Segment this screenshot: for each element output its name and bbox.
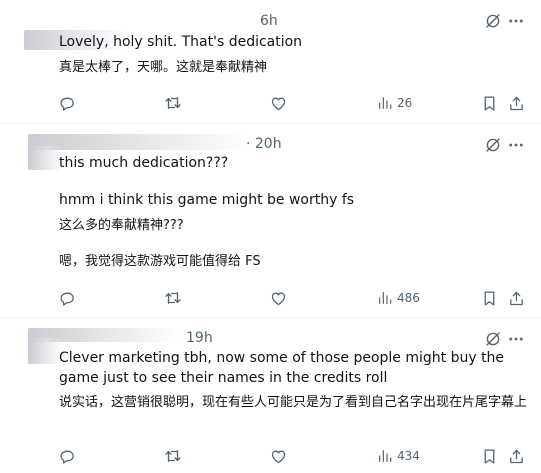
tweet-text-line: this much dedication??? bbox=[59, 155, 229, 171]
retweet-button[interactable] bbox=[164, 94, 182, 112]
views-icon bbox=[379, 450, 392, 462]
tweet-timestamp[interactable]: · 20h bbox=[246, 136, 282, 152]
like-button[interactable] bbox=[270, 289, 287, 307]
tweet-timestamp[interactable]: 6h bbox=[260, 13, 278, 29]
like-icon bbox=[271, 450, 286, 463]
tweet-text-line: Lovely, holy shit. That's dedication bbox=[59, 34, 303, 50]
tweet-timestamp[interactable]: 19h bbox=[186, 330, 213, 346]
reply-button[interactable] bbox=[59, 94, 76, 112]
like-button[interactable] bbox=[270, 447, 287, 465]
views-count: 26 bbox=[397, 96, 413, 110]
views-button[interactable]: 486 bbox=[377, 289, 420, 307]
more-icon[interactable] bbox=[507, 330, 525, 348]
views-button[interactable]: 434 bbox=[377, 447, 420, 465]
bookmark-icon bbox=[484, 95, 495, 111]
more-icon[interactable] bbox=[507, 12, 525, 30]
grok-icon[interactable] bbox=[484, 12, 502, 30]
views-button[interactable]: 26 bbox=[377, 94, 412, 112]
bookmark-icon bbox=[484, 290, 495, 306]
tweet-translation-line: 嗯，我觉得这款游戏可能值得给 FS bbox=[59, 254, 261, 269]
share-button[interactable] bbox=[508, 289, 525, 307]
views-icon bbox=[379, 292, 392, 304]
bookmark-icon bbox=[484, 448, 495, 464]
views-count: 434 bbox=[397, 449, 420, 463]
retweet-icon bbox=[165, 450, 181, 462]
reply-button[interactable] bbox=[59, 447, 76, 465]
share-icon bbox=[510, 291, 523, 305]
tweet-text-line: hmm i think this game might be worthy fs bbox=[59, 192, 355, 208]
tweet-1[interactable]: 6h Lovely, holy shit. That's dedication … bbox=[0, 0, 541, 124]
bookmark-button[interactable] bbox=[482, 289, 497, 307]
tweet-translation-line: 说实话，这营销很聪明，现在有些人可能只是为了看到自己名字出现在片尾字幕上 bbox=[59, 395, 528, 410]
like-icon bbox=[271, 97, 286, 110]
reply-button[interactable] bbox=[59, 289, 76, 307]
tweet-text-line: Clever marketing tbh, now some of those … bbox=[59, 350, 505, 386]
share-button[interactable] bbox=[508, 94, 525, 112]
retweet-icon bbox=[165, 292, 181, 304]
grok-icon[interactable] bbox=[484, 136, 502, 154]
tweet-translation-line: 真是太棒了，天哪。这就是奉献精神 bbox=[59, 60, 268, 75]
retweet-button[interactable] bbox=[164, 289, 182, 307]
views-count: 486 bbox=[397, 291, 420, 305]
reply-icon bbox=[60, 292, 74, 306]
like-button[interactable] bbox=[270, 94, 287, 112]
grok-icon[interactable] bbox=[484, 330, 502, 348]
reply-icon bbox=[60, 97, 74, 111]
share-button[interactable] bbox=[508, 447, 525, 465]
share-icon bbox=[510, 449, 523, 463]
tweet-2[interactable]: · 20h this much dedication??? hmm i thin… bbox=[0, 124, 541, 318]
bookmark-button[interactable] bbox=[482, 94, 497, 112]
more-icon[interactable] bbox=[507, 136, 525, 154]
views-icon bbox=[379, 97, 392, 109]
redacted-username bbox=[28, 146, 62, 170]
share-icon bbox=[510, 96, 523, 110]
retweet-icon bbox=[165, 97, 181, 109]
like-icon bbox=[271, 292, 286, 305]
bookmark-button[interactable] bbox=[482, 447, 497, 465]
redacted-username bbox=[28, 338, 62, 364]
reply-icon bbox=[60, 450, 74, 464]
tweet-translation-line: 这么多的奉献精神??? bbox=[59, 218, 184, 233]
retweet-button[interactable] bbox=[164, 447, 182, 465]
tweet-3[interactable]: 19h Clever marketing tbh, now some of th… bbox=[0, 318, 541, 473]
